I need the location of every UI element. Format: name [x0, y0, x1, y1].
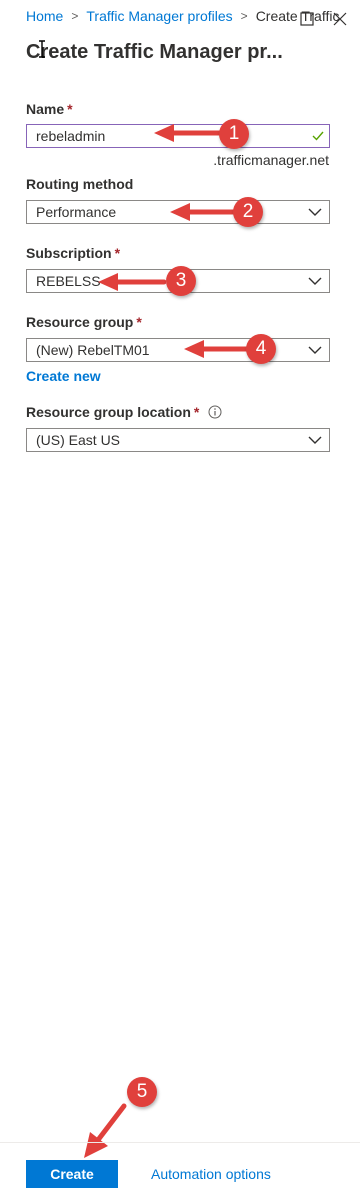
- annotation-arrow-icon: [98, 273, 166, 291]
- location-value: (US) East US: [36, 432, 121, 448]
- step-badge-5: 5: [127, 1077, 157, 1107]
- resource-group-value: (New) RebelTM01: [36, 342, 150, 358]
- dns-suffix: .trafficmanager.net: [213, 152, 329, 168]
- close-icon[interactable]: [329, 8, 351, 30]
- routing-method-value: Performance: [36, 204, 117, 220]
- name-label: Name *: [26, 101, 73, 117]
- location-label-text: Resource group location: [26, 404, 191, 420]
- annotation-arrow-icon: [84, 1103, 127, 1158]
- resource-group-label-text: Resource group: [26, 314, 134, 330]
- breadcrumb-separator-icon: >: [240, 9, 248, 23]
- create-new-resource-group-link[interactable]: Create new: [26, 368, 101, 384]
- annotation-arrow-icon: [170, 203, 238, 221]
- step-badge-2: 2: [233, 197, 263, 227]
- routing-method-label: Routing method: [26, 176, 133, 192]
- required-marker: *: [136, 314, 142, 330]
- chevron-down-icon: [307, 274, 323, 288]
- required-marker: *: [67, 101, 73, 117]
- info-icon[interactable]: [208, 405, 222, 419]
- step-badge-4: 4: [246, 334, 276, 364]
- location-select[interactable]: (US) East US: [26, 428, 330, 452]
- chevron-down-icon: [307, 433, 323, 447]
- blade-header: Create Traffic Manager pr...: [0, 32, 360, 72]
- resource-group-label: Resource group *: [26, 314, 142, 330]
- step-badge-3: 3: [166, 266, 196, 296]
- breadcrumb-separator-icon: >: [71, 9, 79, 23]
- required-marker: *: [114, 245, 121, 261]
- annotation-arrow-icon: [154, 124, 222, 142]
- routing-method-label-text: Routing method: [26, 176, 134, 192]
- step-badge-1: 1: [219, 119, 249, 149]
- checkmark-icon: [311, 129, 325, 143]
- text-cursor-icon: [39, 40, 45, 58]
- create-button[interactable]: Create: [26, 1160, 118, 1188]
- maximize-icon[interactable]: [296, 8, 318, 30]
- required-marker: *: [193, 404, 200, 420]
- breadcrumb-traffic-manager-link[interactable]: Traffic Manager profiles: [86, 8, 232, 24]
- automation-options-link[interactable]: Automation options: [151, 1166, 271, 1182]
- subscription-value: REBELSS: [36, 273, 101, 289]
- chevron-down-icon: [307, 205, 323, 219]
- subscription-label-text: Subscription: [26, 245, 112, 261]
- annotation-arrow-icon: [184, 340, 252, 358]
- page-title: Create Traffic Manager pr...: [26, 40, 283, 63]
- breadcrumb-home-link[interactable]: Home: [26, 8, 63, 24]
- footer-divider: [0, 1142, 360, 1143]
- resource-group-select[interactable]: (New) RebelTM01: [26, 338, 330, 362]
- location-label: Resource group location *: [26, 404, 222, 420]
- subscription-label: Subscription *: [26, 245, 120, 261]
- name-label-text: Name: [26, 101, 65, 117]
- name-input-value: rebeladmin: [36, 128, 106, 144]
- chevron-down-icon: [307, 343, 323, 357]
